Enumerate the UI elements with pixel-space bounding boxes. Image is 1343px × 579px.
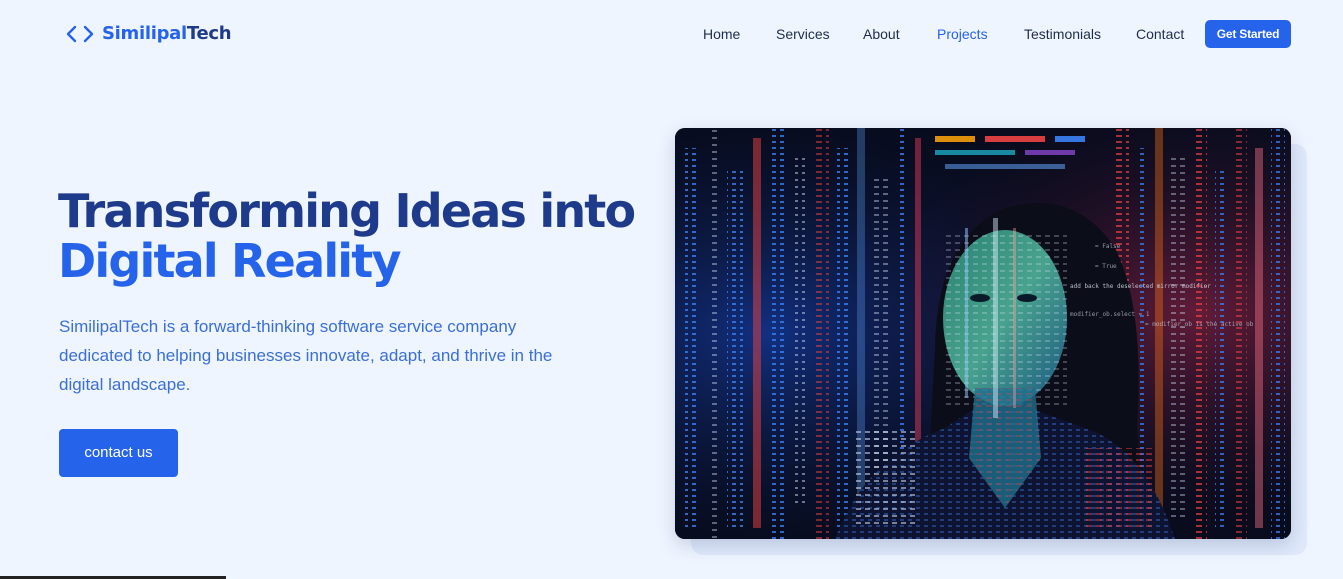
code-projection-photo: add back the deselected mirror modifier … (675, 128, 1291, 539)
nav-link-home[interactable]: Home (703, 24, 740, 44)
hero-image: add back the deselected mirror modifier … (675, 128, 1291, 539)
hero-description: SimilipalTech is a forward-thinking soft… (59, 317, 553, 394)
hero-title: Transforming Ideas into Digital Reality (58, 186, 678, 286)
hero-title-line1: Transforming Ideas into (58, 184, 636, 238)
nav-link-projects[interactable]: Projects (937, 24, 988, 44)
nav-link-testimonials[interactable]: Testimonials (1024, 24, 1101, 44)
nav-link-services[interactable]: Services (776, 24, 830, 44)
image-code-line: = modifier_ob is the active ob (1145, 321, 1254, 328)
top-navigation: SimilipalTech Home Services About Projec… (0, 0, 1343, 68)
image-code-line: = True (1095, 263, 1117, 270)
image-code-line: = False (1095, 243, 1121, 250)
nav-links: Home Services About Projects Testimonial… (0, 24, 1343, 44)
image-code-line: add back the deselected mirror modifier (1070, 283, 1211, 290)
contact-us-button[interactable]: contact us (59, 429, 178, 477)
nav-link-about[interactable]: About (863, 24, 900, 44)
nav-link-contact[interactable]: Contact (1136, 24, 1184, 44)
hero-title-line2: Digital Reality (58, 234, 401, 288)
image-code-line: modifier_ob.select = 1 (1070, 311, 1150, 318)
get-started-button[interactable]: Get Started (1205, 20, 1291, 48)
